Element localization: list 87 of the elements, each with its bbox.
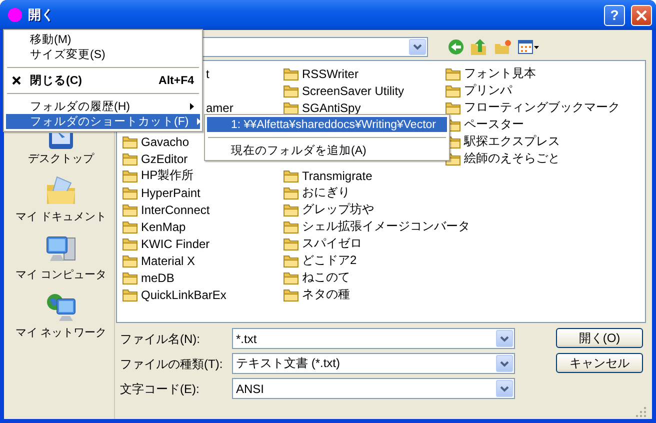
menu-item[interactable]: 1: ¥¥Alfetta¥shareddocs¥Writing¥Vector [207, 117, 447, 132]
folder-icon [122, 186, 138, 200]
menu-item[interactable]: 閉じる(C) Alt+F4 [6, 73, 200, 88]
folder-name[interactable]: RSSWriter [302, 66, 358, 80]
menu-item[interactable]: フォルダのショートカット(F) [6, 114, 200, 129]
dialog-button[interactable]: キャンセル [556, 353, 643, 373]
chevron-down-icon [413, 44, 422, 50]
folder-name[interactable]: KWIC Finder [141, 236, 210, 250]
close-icon [12, 76, 21, 85]
size-grip-icon[interactable] [635, 406, 646, 417]
folder-icon [283, 202, 299, 216]
folder-icon [283, 288, 299, 302]
folder-icon [122, 270, 138, 284]
folder-name[interactable]: QuickLinkBarEx [141, 288, 226, 302]
chevron-down-icon [500, 360, 509, 366]
place-label[interactable]: マイ コンピュータ [15, 267, 107, 282]
folder-icon [283, 236, 299, 250]
folder-icon [445, 84, 461, 98]
folder-name[interactable]: おにぎり [302, 184, 350, 201]
folder-name[interactable]: Gavacho [141, 134, 190, 148]
folder-name[interactable]: ScreenSaver Utility [302, 84, 404, 98]
folder-name[interactable]: SGAntiSpy [302, 100, 361, 114]
folder-icon [122, 254, 138, 268]
new-folder-icon[interactable] [494, 39, 512, 55]
folder-icon [445, 66, 461, 80]
folder-name[interactable]: KenMap [141, 220, 186, 234]
folder-icon [122, 288, 138, 302]
window-title: 開く [28, 6, 55, 24]
place-label[interactable]: デスクトップ [28, 151, 94, 166]
chevron-down-icon [500, 336, 509, 342]
view-menu-icon[interactable] [518, 40, 540, 54]
folder-name[interactable]: Material X [141, 254, 196, 268]
menu-item[interactable]: サイズ変更(S) [6, 47, 200, 62]
documents-folder-icon [45, 175, 77, 207]
folder-icon [122, 152, 138, 166]
folder-name[interactable]: ペースター [464, 116, 524, 133]
close-icon [636, 10, 647, 20]
folder-name[interactable]: グレップ坊や [302, 201, 374, 218]
folder-name[interactable]: HP製作所 [141, 167, 194, 184]
folder-icon [445, 100, 461, 114]
folder-name[interactable]: HyperPaint [141, 186, 200, 200]
back-icon[interactable] [448, 39, 464, 55]
field-label: 文字コード(E): [119, 381, 200, 398]
combo-field[interactable]: *.txt [232, 328, 515, 349]
folder-name[interactable]: ねこのて [302, 269, 350, 286]
folder-icon [122, 202, 138, 216]
folder-name[interactable]: 絵師のえそらごと [464, 150, 560, 167]
folder-icon [122, 134, 138, 148]
menu-item[interactable]: 移動(M) [6, 32, 200, 47]
folder-name[interactable]: meDB [141, 270, 174, 284]
folder-name[interactable]: シェル拡張イメージコンバータ [302, 218, 470, 235]
folder-icon [283, 100, 299, 114]
folder-icon [283, 254, 299, 268]
folder-icon [283, 186, 299, 200]
menu-item[interactable]: フォルダの履歴(H) [6, 99, 200, 114]
menu-item[interactable]: 現在のフォルダを追加(A) [207, 143, 447, 158]
folder-name[interactable]: ネタの種 [302, 286, 350, 303]
place-label[interactable]: マイ ネットワーク [15, 325, 107, 340]
folder-name[interactable]: GzEditor [141, 152, 188, 166]
folder-icon [283, 168, 299, 182]
folder-name[interactable]: どこドア2 [302, 252, 357, 269]
folder-name[interactable]: フォント見本 [464, 65, 536, 82]
folder-name[interactable]: スパイゼロ [302, 235, 362, 252]
folder-icon [122, 168, 138, 182]
folder-icon [283, 84, 299, 98]
dialog-button[interactable]: 開く(O) [556, 328, 643, 348]
folder-icon [122, 220, 138, 234]
folder-icon [122, 236, 138, 250]
combo-field[interactable]: テキスト文書 (*.txt) [232, 353, 515, 374]
app-icon [8, 8, 22, 22]
help-button[interactable]: ? [604, 4, 625, 26]
folder-name[interactable]: プリンパ [464, 82, 512, 99]
folder-name[interactable]: フローティングブックマーク [464, 99, 620, 116]
folder-name[interactable]: Transmigrate [302, 168, 372, 182]
field-label: ファイルの種類(T): [119, 356, 224, 373]
folder-icon [283, 270, 299, 284]
chevron-down-icon [500, 386, 509, 392]
folder-icon [283, 66, 299, 80]
folder-icon [283, 220, 299, 234]
network-computer-icon [45, 291, 77, 323]
up-folder-icon[interactable] [470, 38, 488, 56]
close-button[interactable] [631, 4, 652, 26]
place-label[interactable]: マイ ドキュメント [15, 209, 107, 224]
folder-name[interactable]: InterConnect [141, 202, 210, 216]
combo-field[interactable]: ANSI [232, 378, 515, 399]
field-label: ファイル名(N): [119, 331, 201, 348]
folder-name[interactable]: 駅探エクスプレス [464, 133, 560, 150]
